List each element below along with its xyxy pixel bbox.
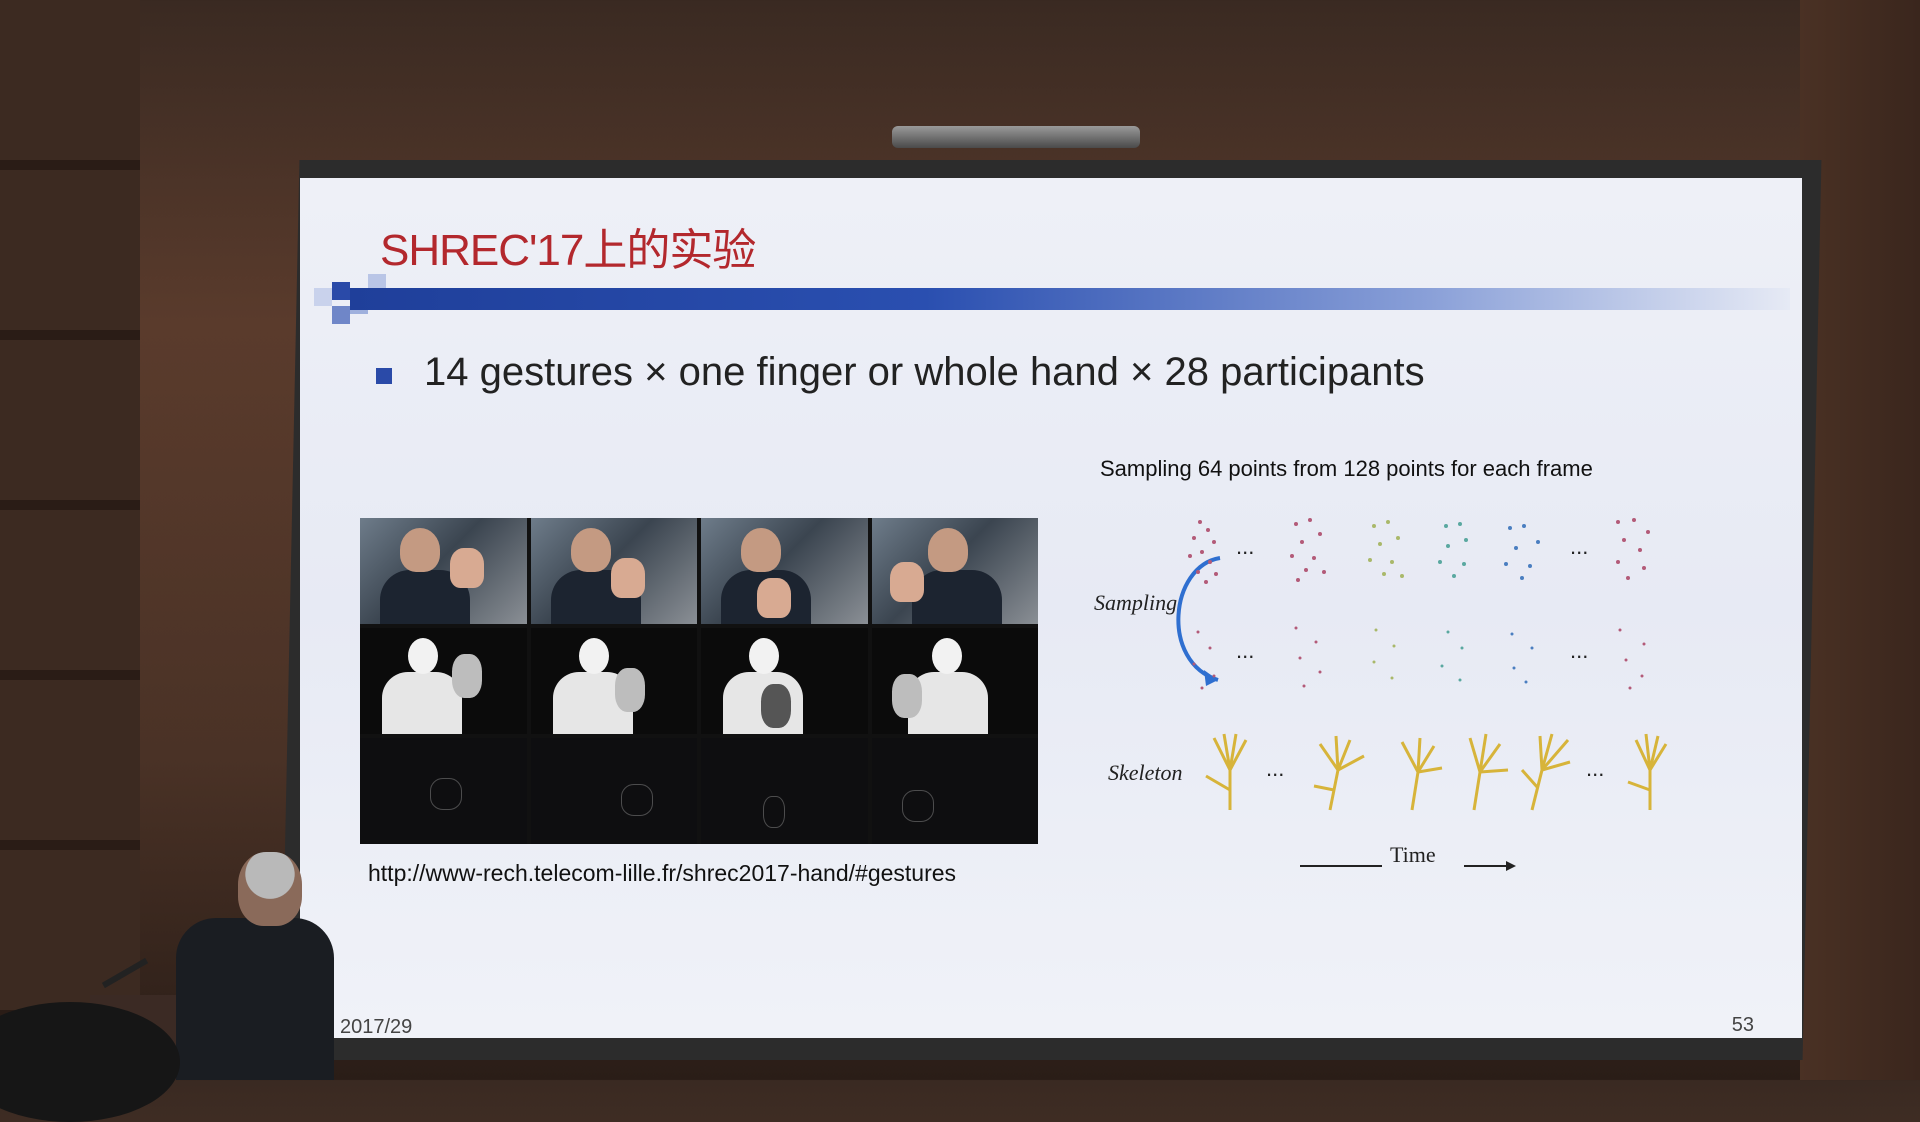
hand-skeleton-icon bbox=[1313, 735, 1365, 811]
point-cloud-64-icon bbox=[1372, 628, 1396, 680]
ellipsis: ... bbox=[1266, 756, 1285, 781]
point-cloud-64-icon bbox=[1618, 628, 1646, 690]
ellipsis: ... bbox=[1236, 638, 1255, 663]
infrared-frame bbox=[530, 738, 697, 844]
rgb-frame bbox=[360, 518, 527, 624]
gesture-image-grid bbox=[360, 518, 1038, 844]
bullet-text: 14 gestures × one finger or whole hand ×… bbox=[424, 350, 1425, 394]
infrared-frame bbox=[871, 738, 1038, 844]
point-cloud-64-icon bbox=[1294, 626, 1322, 688]
slide-date: 2017/29 bbox=[340, 1016, 413, 1038]
hand-skeleton-icon bbox=[1205, 733, 1248, 810]
depth-frame bbox=[871, 628, 1038, 734]
presentation-slide: SHREC'17上的实验 14 gestures × one finger or… bbox=[300, 178, 1802, 1038]
depth-frame bbox=[701, 628, 868, 734]
dataset-url: http://www-rech.telecom-lille.fr/shrec20… bbox=[368, 860, 957, 886]
infrared-frame bbox=[701, 738, 868, 844]
hand-skeleton-icon bbox=[1400, 737, 1443, 811]
bullet-marker bbox=[376, 368, 392, 384]
hand-skeleton-icon bbox=[1520, 733, 1571, 811]
rgb-frame bbox=[871, 518, 1038, 624]
point-cloud-128-icon bbox=[1368, 520, 1404, 578]
depth-frame bbox=[530, 628, 697, 734]
ceiling-light bbox=[892, 126, 1140, 148]
wall-left bbox=[0, 0, 140, 1080]
presenter-head bbox=[238, 852, 302, 926]
ellipsis: ... bbox=[1570, 638, 1589, 663]
hand-skeleton-icon bbox=[1468, 733, 1509, 811]
point-cloud-64-icon bbox=[1440, 630, 1464, 682]
point-cloud-128-icon bbox=[1438, 522, 1468, 578]
skeleton-label: Skeleton bbox=[1108, 760, 1183, 785]
point-cloud-128-icon bbox=[1616, 518, 1650, 580]
slide-title: SHREC'17上的实验 bbox=[380, 226, 756, 275]
ellipsis: ... bbox=[1570, 534, 1589, 559]
point-cloud-64-icon bbox=[1192, 630, 1216, 690]
presenter-body bbox=[176, 918, 334, 1080]
point-cloud-128-icon bbox=[1188, 520, 1218, 584]
ellipsis: ... bbox=[1236, 534, 1255, 559]
ellipsis: ... bbox=[1586, 756, 1605, 781]
hand-skeleton-icon bbox=[1627, 733, 1668, 810]
depth-frame bbox=[360, 628, 527, 734]
time-label: Time bbox=[1390, 842, 1436, 867]
rgb-frame bbox=[701, 518, 868, 624]
sampling-caption: Sampling 64 points from 128 points for e… bbox=[1100, 456, 1593, 481]
point-cloud-64-icon bbox=[1510, 632, 1534, 684]
rgb-frame bbox=[530, 518, 697, 624]
point-cloud-128-icon bbox=[1290, 518, 1326, 582]
point-cloud-128-icon bbox=[1504, 524, 1540, 580]
title-accent-bar bbox=[350, 288, 1790, 310]
slide-page-number: 53 bbox=[1731, 1014, 1754, 1036]
infrared-frame bbox=[360, 738, 527, 844]
